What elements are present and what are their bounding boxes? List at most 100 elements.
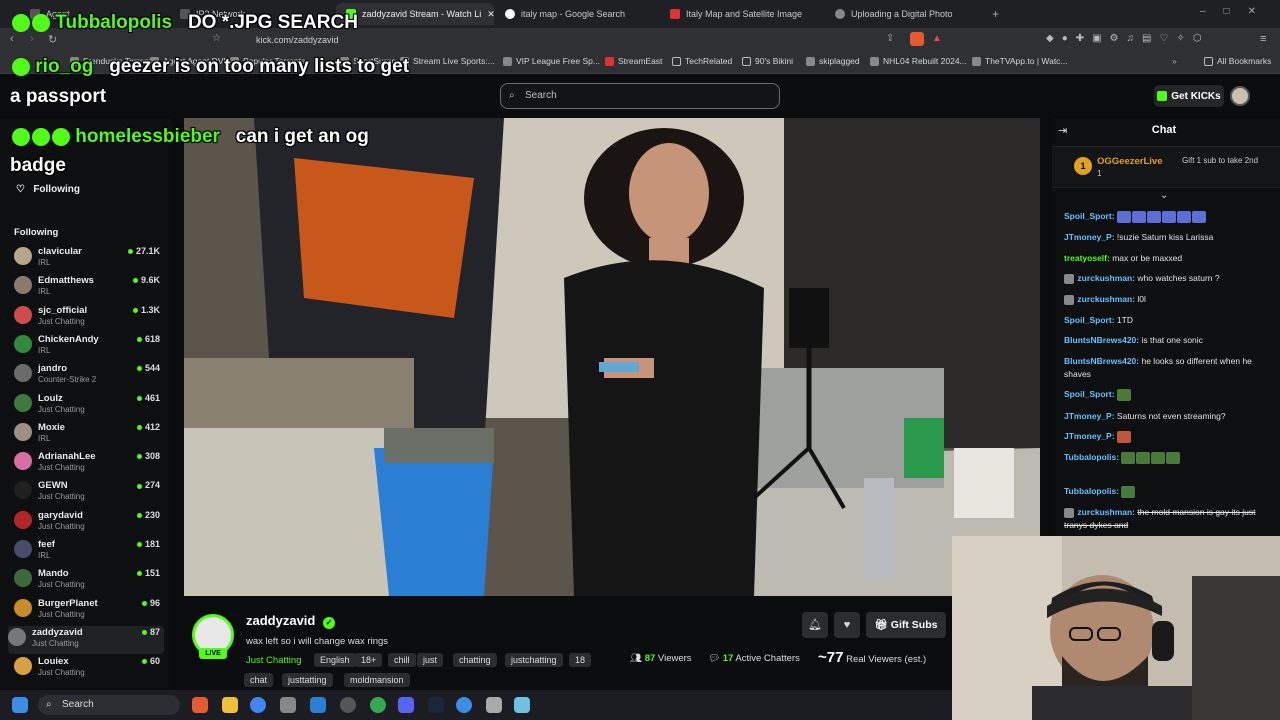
bookmark-icon[interactable]: ☆ bbox=[212, 33, 221, 44]
sidebar-channel-loulz[interactable]: Loulz Just Chatting 461 bbox=[14, 392, 164, 420]
channel-viewers: 60 bbox=[141, 656, 160, 666]
bookmark-item[interactable]: NHL04 Rebuilt 2024... bbox=[870, 56, 967, 66]
brave-icon[interactable] bbox=[192, 697, 208, 713]
following-nav[interactable]: ♡ Following bbox=[16, 184, 80, 195]
app-icon[interactable] bbox=[456, 697, 472, 713]
gift-prompt[interactable]: Gift 1 sub to take 2nd bbox=[1182, 156, 1277, 166]
bookmark-folder[interactable]: TechRelated bbox=[672, 56, 732, 66]
chrome-icon[interactable] bbox=[370, 697, 386, 713]
chat-username[interactable]: BluntsNBrews420: bbox=[1064, 356, 1139, 366]
live-dot-icon bbox=[141, 630, 147, 636]
chat-username[interactable]: Spoil_Sport: bbox=[1064, 315, 1115, 325]
get-kicks-button[interactable]: Get KICKs bbox=[1154, 85, 1224, 107]
sidebar-channel-feef[interactable]: feef IRL 181 bbox=[14, 538, 164, 566]
close-icon[interactable]: ✕ bbox=[487, 9, 494, 20]
sidebar-channel-burgerplanet[interactable]: BurgerPlanet Just Chatting 96 bbox=[14, 597, 164, 625]
tab-google[interactable]: italy map - Google Search bbox=[495, 3, 660, 25]
overlay-text: geezer is on too many lists to get bbox=[109, 56, 410, 77]
bookmark-item[interactable]: Stream Live Sports:... bbox=[400, 56, 495, 66]
forward-icon[interactable]: › bbox=[30, 33, 34, 45]
channel-name: ChickenAndy bbox=[38, 333, 99, 345]
channel-category: Just Chatting bbox=[38, 668, 85, 678]
stream-tag[interactable]: just bbox=[417, 653, 444, 667]
stream-tag[interactable]: chatting bbox=[453, 653, 497, 667]
sidebar-channel-zaddyzavid[interactable]: zaddyzavid Just Chatting 87 bbox=[8, 625, 164, 654]
app-icon[interactable] bbox=[280, 697, 296, 713]
viewer-count-value: 9.6K bbox=[140, 275, 160, 286]
chat-username[interactable]: JTmoney_P: bbox=[1064, 411, 1115, 421]
streamer-name[interactable]: zaddyzavid ✓ bbox=[246, 613, 335, 629]
sidebar-channel-jandro[interactable]: jandro Counter-Strike 2 544 bbox=[14, 362, 164, 390]
follow-button[interactable]: ♥ bbox=[834, 612, 860, 638]
chat-username[interactable]: zurckushman: bbox=[1077, 507, 1135, 517]
bookmark-item[interactable]: StreamEast bbox=[605, 56, 662, 66]
bookmark-item[interactable]: TheTVApp.to | Watc... bbox=[972, 56, 1068, 66]
rewards-icon[interactable]: ▲ bbox=[932, 33, 942, 44]
menu-icon[interactable]: ≡ bbox=[1260, 33, 1266, 45]
tab-italy-map[interactable]: Italy Map and Satellite Image bbox=[660, 3, 825, 25]
app-icon[interactable] bbox=[514, 697, 530, 713]
sidebar-channel-moxie[interactable]: Moxie IRL 412 bbox=[14, 421, 164, 449]
stream-tag[interactable]: chat bbox=[244, 673, 274, 687]
chat-username[interactable]: BluntsNBrews420: bbox=[1064, 335, 1139, 345]
chat-username[interactable]: JTmoney_P: bbox=[1064, 431, 1115, 441]
sidebar-channel-chickenandy[interactable]: ChickenAndy IRL 618 bbox=[14, 333, 164, 361]
sidebar-channel-gewn[interactable]: GEWN Just Chatting 274 bbox=[14, 479, 164, 507]
stream-tag[interactable]: justtatting bbox=[282, 673, 333, 687]
overlay-text: can i get an og bbox=[235, 126, 369, 147]
gift-subs-button[interactable]: 🎁︎ Gift Subs bbox=[866, 612, 946, 638]
bookmark-folder[interactable]: 90's Bikini bbox=[742, 56, 793, 66]
sidebar-channel-adrianahlee[interactable]: AdrianahLee Just Chatting 308 bbox=[14, 450, 164, 478]
channel-category: Just Chatting bbox=[32, 638, 79, 648]
bookmark-item[interactable]: skiplagged bbox=[806, 56, 860, 66]
sidebar-channel-louiex[interactable]: Louiex Just Chatting 60 bbox=[14, 655, 164, 683]
tab-uploading[interactable]: Uploading a Digital Photo bbox=[825, 3, 990, 25]
stream-tag[interactable]: chill bbox=[388, 653, 416, 667]
sidebar-channel-clavicular[interactable]: clavicular IRL 27.1K bbox=[14, 245, 164, 273]
brave-shield-icon[interactable] bbox=[910, 32, 924, 46]
windows-start-icon[interactable] bbox=[12, 697, 28, 713]
back-icon[interactable]: ‹ bbox=[10, 33, 14, 45]
url-field[interactable]: kick.com/zaddyzavid bbox=[230, 32, 960, 48]
taskbar-search[interactable]: ⌕ Search bbox=[38, 695, 180, 715]
chat-username[interactable]: Spoil_Sport: bbox=[1064, 389, 1115, 399]
stream-tag[interactable]: 18+ bbox=[355, 653, 383, 667]
obs-icon[interactable] bbox=[340, 697, 356, 713]
category-link[interactable]: Just Chatting bbox=[246, 655, 301, 666]
stream-tag[interactable]: moldmansion bbox=[344, 673, 410, 687]
more-bookmarks-icon[interactable]: » bbox=[1172, 56, 1177, 66]
stream-tag[interactable]: justchatting bbox=[505, 653, 563, 667]
tab-kick[interactable]: zaddyzavid Stream - Watch Li ✕ bbox=[336, 3, 494, 25]
stream-tag[interactable]: English bbox=[314, 653, 356, 667]
share-icon[interactable]: ⇪ bbox=[886, 33, 894, 44]
search-input[interactable]: ⌕ Search bbox=[500, 83, 780, 109]
notification-bell-button[interactable]: 🔔︎ bbox=[802, 612, 828, 638]
file-explorer-icon[interactable] bbox=[222, 697, 238, 713]
chrome-icon[interactable] bbox=[250, 697, 266, 713]
chat-username[interactable]: Spoil_Sport: bbox=[1064, 211, 1115, 221]
notepad-icon[interactable] bbox=[486, 697, 502, 713]
chat-username[interactable]: treatyoself: bbox=[1064, 253, 1110, 263]
chat-username[interactable]: Tubbalopolis: bbox=[1064, 452, 1119, 462]
stream-tag[interactable]: 18 bbox=[569, 653, 592, 667]
bookmark-item[interactable]: VIP League Free Sp... bbox=[503, 56, 600, 66]
expand-icon[interactable]: ⌄ bbox=[1160, 190, 1168, 201]
all-bookmarks[interactable]: All Bookmarks bbox=[1204, 56, 1271, 66]
sidebar-channel-garydavid[interactable]: garydavid Just Chatting 230 bbox=[14, 509, 164, 537]
discord-icon[interactable] bbox=[398, 697, 414, 713]
sidebar-channel-sjc_official[interactable]: sjc_official Just Chatting 1.3K bbox=[14, 304, 164, 332]
chat-username[interactable]: zurckushman: bbox=[1077, 294, 1135, 304]
chat-username[interactable]: zurckushman: bbox=[1077, 273, 1135, 283]
window-controls[interactable]: –□✕ bbox=[1200, 6, 1274, 17]
reload-icon[interactable]: ↻ bbox=[48, 33, 57, 46]
video-player[interactable] bbox=[184, 118, 1040, 596]
new-tab-icon[interactable]: + bbox=[992, 7, 999, 21]
chat-username[interactable]: Tubbalopolis: bbox=[1064, 486, 1119, 496]
user-avatar[interactable] bbox=[1230, 86, 1250, 106]
chat-username[interactable]: JTmoney_P: bbox=[1064, 232, 1115, 242]
app-icon[interactable] bbox=[310, 697, 326, 713]
sidebar-channel-edmatthews[interactable]: Edmatthews IRL 9.6K bbox=[14, 274, 164, 302]
steam-icon[interactable] bbox=[428, 697, 444, 713]
extension-icons[interactable]: ◆●✚▣⚙♫▤♡✧⬡ bbox=[1046, 33, 1246, 47]
sidebar-channel-mando[interactable]: Mando Just Chatting 151 bbox=[14, 567, 164, 595]
